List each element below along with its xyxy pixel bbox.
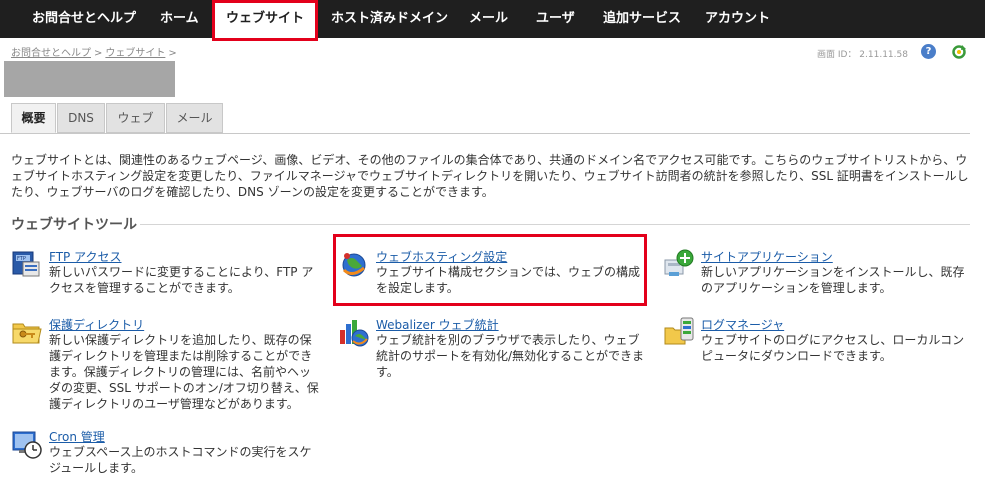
- ftp-icon: FTP: [12, 251, 40, 277]
- svg-text:FTP: FTP: [17, 256, 26, 262]
- breadcrumb: お問合せとヘルプ > ウェブサイト >: [11, 44, 180, 59]
- webalizer-stats-icon: [340, 320, 369, 347]
- tab-overview[interactable]: 概要: [11, 103, 56, 133]
- protected-directories-link[interactable]: 保護ディレクトリ: [49, 316, 144, 333]
- breadcrumb-help[interactable]: お問合せとヘルプ: [11, 48, 91, 59]
- nav-item-additional-services[interactable]: 追加サービス: [603, 0, 681, 38]
- log-manager-icon: [664, 317, 694, 345]
- site-applications-link[interactable]: サイトアプリケーション: [701, 248, 833, 265]
- help-icon[interactable]: ?: [921, 44, 936, 59]
- tool-log-manager: ログマネージャ ウェブサイトのログにアクセスし、ローカルコンピュータにダウンロー…: [663, 316, 973, 366]
- cron-icon: [12, 431, 42, 459]
- tab-divider: [0, 133, 970, 134]
- tool-webalizer-stats: Webalizer ウェブ統計 ウェブ統計を別のブラウザで表示したり、ウェブ統計…: [338, 316, 648, 386]
- nav-item-user[interactable]: ユーザ: [536, 0, 575, 38]
- webalizer-stats-description: ウェブ統計を別のブラウザで表示したり、ウェブ統計のサポートを有効化/無効化するこ…: [376, 333, 645, 379]
- webalizer-stats-link[interactable]: Webalizer ウェブ統計: [376, 316, 499, 333]
- tool-site-applications: サイトアプリケーション 新しいアプリケーションをインストールし、既存のアプリケー…: [663, 248, 973, 298]
- section-title: ウェブサイトツール: [11, 217, 137, 233]
- site-applications-icon: [664, 249, 694, 276]
- nav-item-hosted-domains[interactable]: ホスト済みドメイン: [331, 0, 448, 38]
- site-applications-description: 新しいアプリケーションをインストールし、既存のアプリケーションを管理します。: [701, 265, 965, 295]
- nav-item-home[interactable]: ホーム: [160, 0, 199, 38]
- protected-directories-description: 新しい保護ディレクトリを追加したり、既存の保護ディレクトリを管理または削除するこ…: [49, 333, 319, 411]
- nav-item-website[interactable]: ウェブサイト: [212, 0, 319, 41]
- tool-ftp-access: FTP FTP アクセス 新しいパスワードに変更することにより、FTP アクセス…: [11, 248, 321, 298]
- tab-web[interactable]: ウェブ: [106, 103, 165, 133]
- top-navigation: お問合せとヘルプ ホーム ウェブサイト ホスト済みドメイン メール ユーザ 追加…: [0, 0, 985, 41]
- cron-management-description: ウェブスペース上のホストコマンドの実行をスケジュールします。: [49, 445, 312, 475]
- tab-dns[interactable]: DNS: [57, 103, 105, 133]
- breadcrumb-separator: >: [168, 48, 177, 59]
- page-description: ウェブサイトとは、関連性のあるウェブページ、画像、ビデオ、その他のファイルの集合…: [11, 153, 969, 199]
- breadcrumb-separator: >: [94, 48, 103, 59]
- section-divider: [140, 224, 970, 225]
- nav-item-account[interactable]: アカウント: [705, 0, 770, 38]
- log-manager-description: ウェブサイトのログにアクセスし、ローカルコンピュータにダウンロードできます。: [701, 333, 965, 363]
- domain-title-placeholder: [4, 61, 175, 97]
- screen-id: 画面 ID： 2.11.11.58: [817, 50, 908, 60]
- protected-directory-icon: [12, 323, 42, 344]
- tab-mail[interactable]: メール: [166, 103, 223, 133]
- ftp-access-description: 新しいパスワードに変更することにより、FTP アクセスを管理することができます。: [49, 265, 314, 295]
- nav-item-mail[interactable]: メール: [469, 0, 508, 38]
- ftp-access-link[interactable]: FTP アクセス: [49, 248, 121, 265]
- cron-management-link[interactable]: Cron 管理: [49, 428, 105, 445]
- nav-item-help[interactable]: お問合せとヘルプ: [32, 0, 136, 38]
- breadcrumb-website[interactable]: ウェブサイト: [105, 48, 165, 59]
- log-manager-link[interactable]: ログマネージャ: [701, 316, 784, 333]
- highlight-box: [333, 234, 647, 306]
- tool-protected-directories: 保護ディレクトリ 新しい保護ディレクトリを追加したり、既存の保護ディレクトリを管…: [11, 316, 321, 416]
- refresh-icon[interactable]: [951, 44, 967, 60]
- tool-cron-management: Cron 管理 ウェブスペース上のホストコマンドの実行をスケジュールします。: [11, 428, 321, 478]
